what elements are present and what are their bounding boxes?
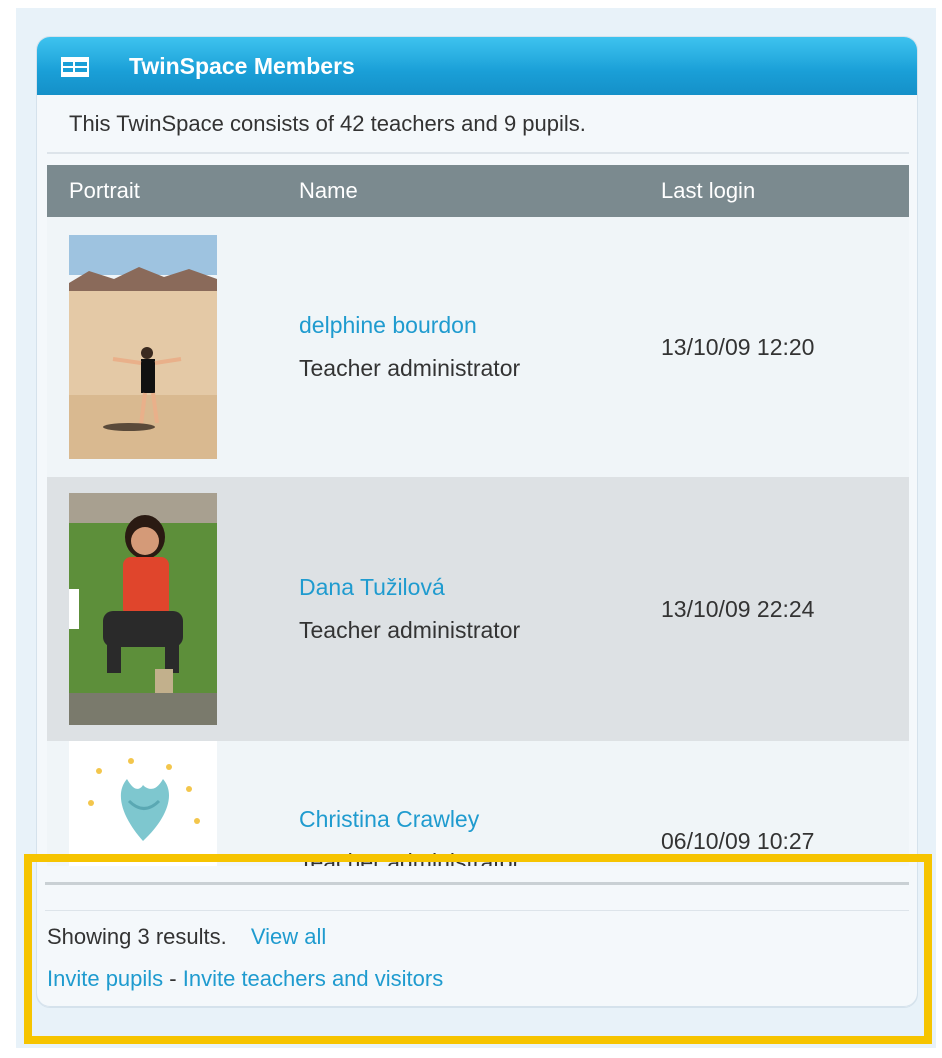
widget-footer: Showing 3 results. View all Invite pupil… <box>36 866 918 1007</box>
column-header-name: Name <box>299 165 661 217</box>
widget-title: TwinSpace Members <box>129 53 355 79</box>
view-all-link[interactable]: View all <box>251 924 326 949</box>
member-role: Teacher administrator <box>299 617 521 643</box>
portrait-cell <box>47 477 299 741</box>
portrait-image[interactable] <box>69 235 217 459</box>
table-icon <box>61 57 89 77</box>
column-header-last-login: Last login <box>661 165 909 217</box>
invite-links: Invite pupils - Invite teachers and visi… <box>47 966 443 992</box>
member-role: Teacher administrator <box>299 355 521 381</box>
name-cell: delphine bourdon Teacher administrator <box>299 217 661 477</box>
invite-pupils-link[interactable]: Invite pupils <box>47 966 163 991</box>
widget-header: TwinSpace Members <box>37 37 917 95</box>
twinspace-members-widget: TwinSpace Members This TwinSpace consist… <box>36 36 918 1008</box>
last-login: 13/10/09 12:20 <box>661 333 815 360</box>
member-name-link[interactable]: delphine bourdon <box>299 312 661 339</box>
portrait-cell <box>47 217 299 477</box>
table-header-row: Portrait Name Last login <box>47 165 909 217</box>
name-cell: Dana Tužilová Teacher administrator <box>299 477 661 741</box>
results-line: Showing 3 results. View all <box>47 924 326 950</box>
divider <box>45 882 909 885</box>
column-header-portrait: Portrait <box>47 165 299 217</box>
invite-teachers-link[interactable]: Invite teachers and visitors <box>183 966 443 991</box>
divider <box>47 152 909 154</box>
table-row: delphine bourdon Teacher administrator 1… <box>47 217 909 477</box>
table-row: Dana Tužilová Teacher administrator 13/1… <box>47 477 909 741</box>
portrait-image[interactable] <box>69 493 217 725</box>
divider <box>45 910 909 911</box>
members-summary: This TwinSpace consists of 42 teachers a… <box>69 111 586 136</box>
members-table: Portrait Name Last login delphine bourdo… <box>47 165 909 941</box>
member-name-link[interactable]: Dana Tužilová <box>299 574 661 601</box>
results-count: Showing 3 results. <box>47 924 227 949</box>
link-separator: - <box>163 966 183 991</box>
member-name-link[interactable]: Christina Crawley <box>299 806 661 833</box>
last-login: 13/10/09 22:24 <box>661 595 815 622</box>
